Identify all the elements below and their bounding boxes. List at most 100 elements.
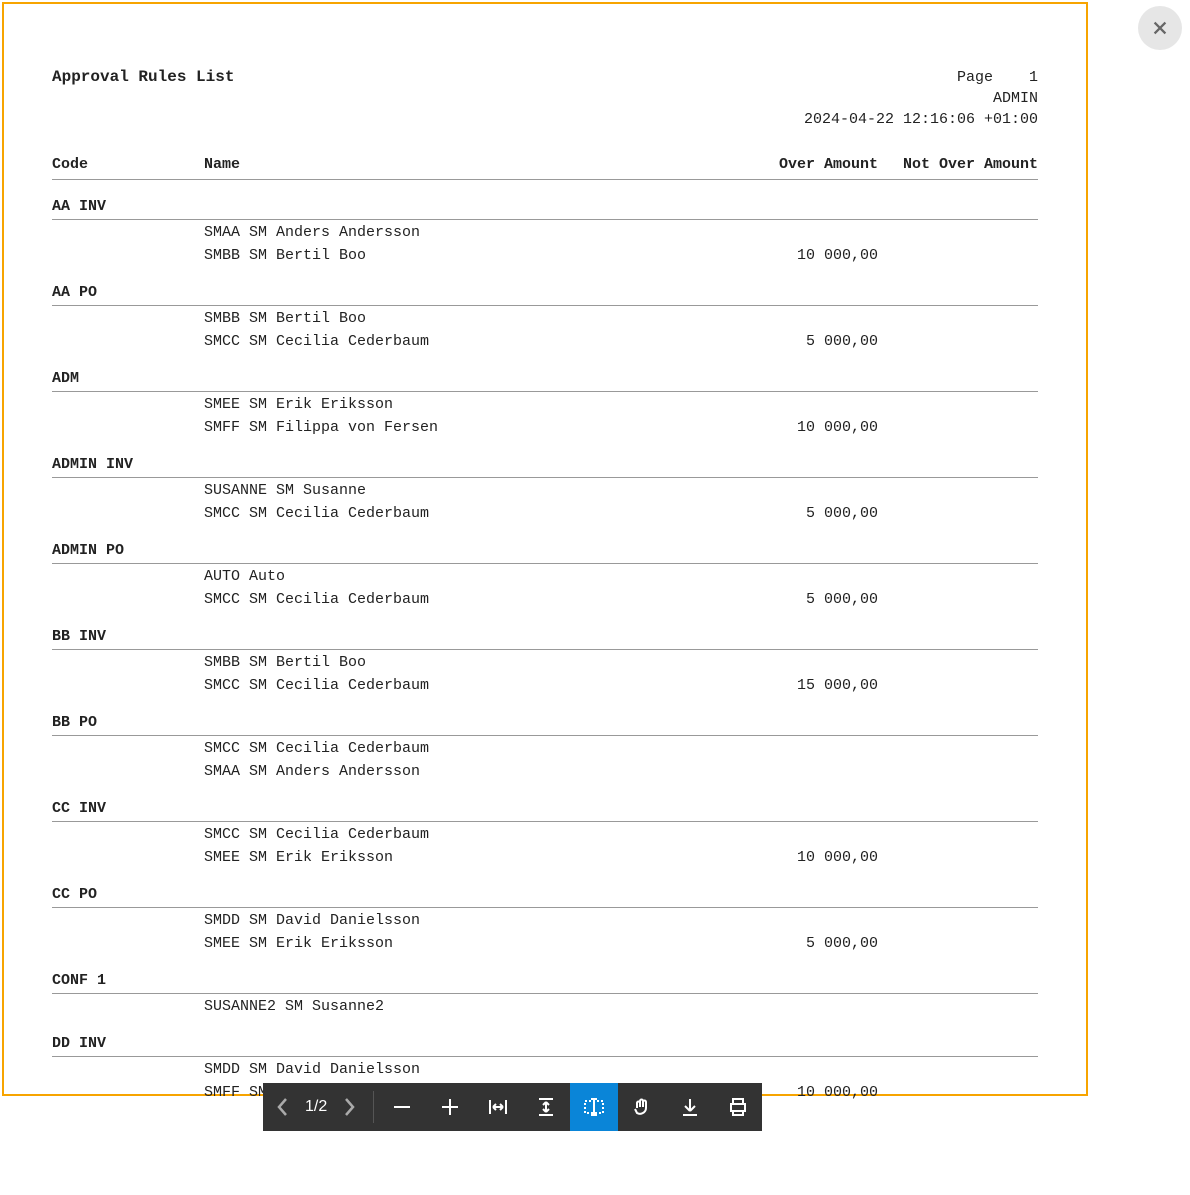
row-notover-amount	[878, 247, 1038, 264]
table-row: SMBB SM Bertil Boo10 000,00	[52, 243, 1038, 266]
document-page: Approval Rules List Page 1 ADMIN 2024-04…	[2, 2, 1088, 1096]
table-row: SUSANNE SM Susanne	[52, 478, 1038, 501]
group-code: ADMIN PO	[52, 524, 1038, 564]
table-row: SMEE SM Erik Eriksson5 000,00	[52, 931, 1038, 954]
print-icon	[727, 1096, 749, 1118]
row-notover-amount	[878, 1061, 1038, 1078]
row-name: SMCC SM Cecilia Cederbaum	[204, 591, 698, 608]
row-over-amount	[698, 1061, 878, 1078]
column-headers: Code Name Over Amount Not Over Amount	[52, 156, 1038, 180]
row-over-amount	[698, 654, 878, 671]
row-over-amount	[698, 310, 878, 327]
row-name: SMDD SM David Danielsson	[204, 1061, 698, 1078]
row-over-amount	[698, 740, 878, 757]
minus-icon	[391, 1096, 413, 1118]
table-row: SMCC SM Cecilia Cederbaum	[52, 736, 1038, 759]
row-notover-amount	[878, 912, 1038, 929]
row-name: SMBB SM Bertil Boo	[204, 310, 698, 327]
group-code: BB INV	[52, 610, 1038, 650]
pan-button[interactable]	[618, 1083, 666, 1131]
chevron-left-icon	[276, 1097, 290, 1117]
table-row: SMBB SM Bertil Boo	[52, 650, 1038, 673]
zoom-in-button[interactable]	[426, 1083, 474, 1131]
chevron-right-icon	[342, 1097, 356, 1117]
table-row: SMAA SM Anders Andersson	[52, 759, 1038, 782]
row-name: SMEE SM Erik Eriksson	[204, 935, 698, 952]
row-notover-amount	[878, 310, 1038, 327]
row-notover-amount	[878, 1084, 1038, 1101]
row-notover-amount	[878, 224, 1038, 241]
close-icon	[1151, 19, 1169, 37]
print-button[interactable]	[714, 1083, 762, 1131]
row-name: SUSANNE2 SM Susanne2	[204, 998, 698, 1015]
row-notover-amount	[878, 849, 1038, 866]
download-icon	[679, 1096, 701, 1118]
report-title: Approval Rules List	[52, 68, 234, 86]
group-code: AA INV	[52, 180, 1038, 220]
text-select-icon	[583, 1096, 605, 1118]
close-button[interactable]	[1138, 6, 1182, 50]
table-row: SMCC SM Cecilia Cederbaum	[52, 822, 1038, 845]
row-notover-amount	[878, 482, 1038, 499]
fit-width-icon	[487, 1096, 509, 1118]
row-notover-amount	[878, 998, 1038, 1015]
group-code: DD INV	[52, 1017, 1038, 1057]
row-name: SMEE SM Erik Eriksson	[204, 849, 698, 866]
page-nav: 1/2	[263, 1083, 369, 1131]
report-timestamp: 2024-04-22 12:16:06 +01:00	[52, 111, 1038, 128]
group-code: CC PO	[52, 868, 1038, 908]
fit-width-button[interactable]	[474, 1083, 522, 1131]
download-button[interactable]	[666, 1083, 714, 1131]
group-code: CONF 1	[52, 954, 1038, 994]
row-over-amount	[698, 396, 878, 413]
group-code: ADM	[52, 352, 1038, 392]
row-name: SMCC SM Cecilia Cederbaum	[204, 505, 698, 522]
row-over-amount: 5 000,00	[698, 505, 878, 522]
fit-page-icon	[535, 1096, 557, 1118]
table-row: SMCC SM Cecilia Cederbaum5 000,00	[52, 587, 1038, 610]
group-code: ADMIN INV	[52, 438, 1038, 478]
row-name: SMAA SM Anders Andersson	[204, 763, 698, 780]
table-row: SMDD SM David Danielsson	[52, 908, 1038, 931]
row-name: SMCC SM Cecilia Cederbaum	[204, 826, 698, 843]
page-counter: 1/2	[305, 1098, 327, 1116]
next-page-button[interactable]	[335, 1097, 363, 1117]
zoom-out-button[interactable]	[378, 1083, 426, 1131]
row-name: AUTO Auto	[204, 568, 698, 585]
col-header-over: Over Amount	[698, 156, 878, 173]
row-notover-amount	[878, 419, 1038, 436]
row-notover-amount	[878, 333, 1038, 350]
row-over-amount	[698, 998, 878, 1015]
row-notover-amount	[878, 591, 1038, 608]
row-over-amount: 10 000,00	[698, 247, 878, 264]
row-over-amount: 15 000,00	[698, 677, 878, 694]
table-row: SMAA SM Anders Andersson	[52, 220, 1038, 243]
page-indicator: Page 1	[957, 69, 1038, 86]
report-user: ADMIN	[52, 90, 1038, 107]
row-over-amount	[698, 826, 878, 843]
row-name: SMAA SM Anders Andersson	[204, 224, 698, 241]
row-over-amount	[698, 224, 878, 241]
row-over-amount	[698, 912, 878, 929]
table-row: AUTO Auto	[52, 564, 1038, 587]
table-row: SMDD SM David Danielsson	[52, 1057, 1038, 1080]
table-row: SMCC SM Cecilia Cederbaum5 000,00	[52, 501, 1038, 524]
row-name: SMEE SM Erik Eriksson	[204, 396, 698, 413]
col-header-code: Code	[52, 156, 204, 173]
row-over-amount	[698, 763, 878, 780]
text-select-button[interactable]	[570, 1083, 618, 1131]
group-code: CC INV	[52, 782, 1038, 822]
table-row: SMBB SM Bertil Boo	[52, 306, 1038, 329]
row-notover-amount	[878, 568, 1038, 585]
fit-page-button[interactable]	[522, 1083, 570, 1131]
row-notover-amount	[878, 654, 1038, 671]
plus-icon	[439, 1096, 461, 1118]
row-notover-amount	[878, 396, 1038, 413]
pdf-toolbar: 1/2	[263, 1083, 762, 1131]
row-name: SMCC SM Cecilia Cederbaum	[204, 333, 698, 350]
row-notover-amount	[878, 763, 1038, 780]
hand-icon	[631, 1096, 653, 1118]
table-row: SMEE SM Erik Eriksson10 000,00	[52, 845, 1038, 868]
row-name: SMDD SM David Danielsson	[204, 912, 698, 929]
prev-page-button[interactable]	[269, 1097, 297, 1117]
